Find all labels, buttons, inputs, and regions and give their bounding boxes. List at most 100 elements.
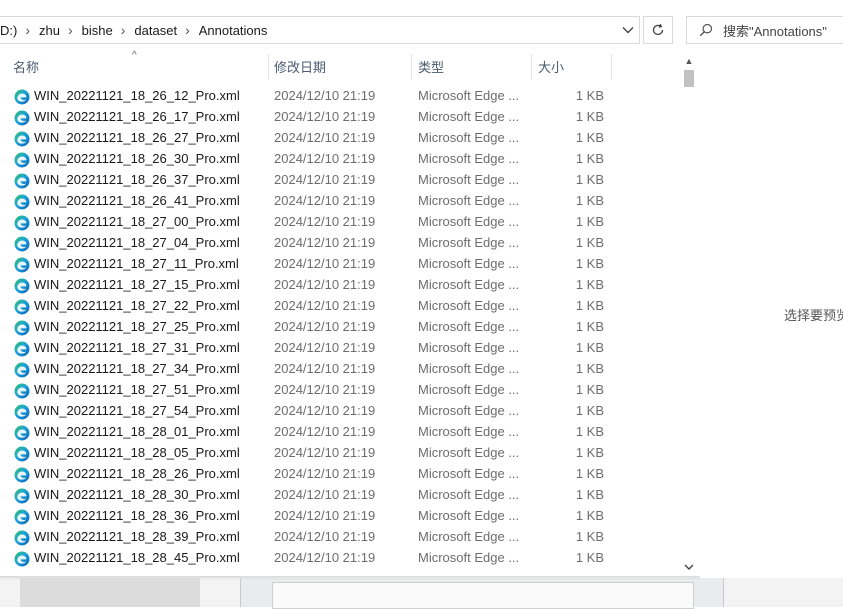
refresh-button[interactable] — [643, 16, 673, 44]
file-size: 1 KB — [575, 193, 604, 208]
file-type: Microsoft Edge ... — [418, 151, 520, 166]
file-row[interactable]: WIN_20221121_18_26_27_Pro.xml 2024/12/10 … — [0, 128, 680, 149]
file-row[interactable]: WIN_20221121_18_26_30_Pro.xml 2024/12/10 … — [0, 149, 680, 170]
file-row[interactable]: WIN_20221121_18_27_25_Pro.xml 2024/12/10 … — [0, 317, 680, 338]
file-date: 2024/12/10 21:19 — [274, 361, 376, 376]
column-divider[interactable] — [611, 54, 612, 80]
file-date: 2024/12/10 21:19 — [274, 151, 376, 166]
search-placeholder: 搜索"Annotations" — [723, 23, 827, 39]
file-row[interactable]: WIN_20221121_18_28_30_Pro.xml 2024/12/10 … — [0, 485, 680, 506]
scrollbar-thumb[interactable] — [684, 70, 694, 87]
column-type[interactable]: 类型 — [418, 52, 444, 80]
edge-icon — [14, 131, 30, 147]
file-date: 2024/12/10 21:19 — [274, 277, 376, 292]
file-type: Microsoft Edge ... — [418, 445, 520, 460]
chevron-down-icon[interactable] — [621, 23, 635, 37]
breadcrumb-drive[interactable]: D:) — [0, 23, 17, 38]
file-row[interactable]: WIN_20221121_18_27_34_Pro.xml 2024/12/10 … — [0, 359, 680, 380]
file-name: WIN_20221121_18_28_45_Pro.xml — [34, 550, 240, 565]
edge-icon — [14, 362, 30, 378]
scroll-down-icon[interactable] — [684, 562, 694, 572]
file-date: 2024/12/10 21:19 — [274, 340, 376, 355]
file-type: Microsoft Edge ... — [418, 529, 520, 544]
file-size: 1 KB — [575, 340, 604, 355]
file-type: Microsoft Edge ... — [418, 88, 520, 103]
file-size: 1 KB — [575, 466, 604, 481]
edge-icon — [14, 551, 30, 567]
file-row[interactable]: WIN_20221121_18_28_05_Pro.xml 2024/12/10 … — [0, 443, 680, 464]
scroll-up-icon[interactable]: ▲ — [684, 56, 694, 66]
chevron-right-icon[interactable]: › — [121, 23, 126, 37]
vertical-scrollbar[interactable]: ▲ — [681, 52, 697, 576]
file-name: WIN_20221121_18_27_00_Pro.xml — [34, 214, 240, 229]
file-size: 1 KB — [575, 214, 604, 229]
file-type: Microsoft Edge ... — [418, 319, 520, 334]
column-divider[interactable] — [411, 54, 412, 80]
file-row[interactable]: WIN_20221121_18_27_00_Pro.xml 2024/12/10 … — [0, 212, 680, 233]
file-name: WIN_20221121_18_26_12_Pro.xml — [34, 88, 240, 103]
chevron-right-icon[interactable]: › — [68, 23, 73, 37]
edge-icon — [14, 257, 30, 273]
file-row[interactable]: WIN_20221121_18_27_51_Pro.xml 2024/12/10 … — [0, 380, 680, 401]
search-input[interactable]: 搜索"Annotations" — [686, 16, 843, 44]
column-name[interactable]: 名称 — [13, 52, 39, 80]
file-row[interactable]: WIN_20221121_18_27_15_Pro.xml 2024/12/10 … — [0, 275, 680, 296]
breadcrumb-item-dataset[interactable]: dataset — [134, 23, 177, 38]
edge-icon — [14, 446, 30, 462]
file-name: WIN_20221121_18_28_26_Pro.xml — [34, 466, 240, 481]
edge-icon — [14, 299, 30, 315]
edge-icon — [14, 467, 30, 483]
edge-icon — [14, 236, 30, 252]
file-row[interactable]: WIN_20221121_18_28_26_Pro.xml 2024/12/10 … — [0, 464, 680, 485]
file-type: Microsoft Edge ... — [418, 340, 520, 355]
column-date[interactable]: 修改日期 — [274, 52, 326, 80]
column-divider[interactable] — [268, 54, 269, 80]
file-date: 2024/12/10 21:19 — [274, 298, 376, 313]
file-row[interactable]: WIN_20221121_18_27_31_Pro.xml 2024/12/10 … — [0, 338, 680, 359]
file-date: 2024/12/10 21:19 — [274, 403, 376, 418]
column-divider[interactable] — [531, 54, 532, 80]
edge-icon — [14, 383, 30, 399]
file-date: 2024/12/10 21:19 — [274, 529, 376, 544]
file-type: Microsoft Edge ... — [418, 172, 520, 187]
edge-icon — [14, 194, 30, 210]
chevron-right-icon[interactable]: › — [185, 23, 190, 37]
file-date: 2024/12/10 21:19 — [274, 445, 376, 460]
file-row[interactable]: WIN_20221121_18_28_45_Pro.xml 2024/12/10 … — [0, 548, 680, 569]
file-size: 1 KB — [575, 298, 604, 313]
chevron-right-icon[interactable]: › — [25, 23, 30, 37]
file-name: WIN_20221121_18_27_22_Pro.xml — [34, 298, 240, 313]
file-row[interactable]: WIN_20221121_18_26_37_Pro.xml 2024/12/10 … — [0, 170, 680, 191]
file-name: WIN_20221121_18_28_39_Pro.xml — [34, 529, 240, 544]
file-date: 2024/12/10 21:19 — [274, 424, 376, 439]
address-bar[interactable]: D:) › zhu › bishe › dataset › Annotation… — [0, 16, 640, 44]
file-name: WIN_20221121_18_27_11_Pro.xml — [34, 256, 239, 271]
file-name: WIN_20221121_18_26_37_Pro.xml — [34, 172, 240, 187]
file-name: WIN_20221121_18_27_15_Pro.xml — [34, 277, 240, 292]
file-row[interactable]: WIN_20221121_18_27_04_Pro.xml 2024/12/10 … — [0, 233, 680, 254]
file-date: 2024/12/10 21:19 — [274, 508, 376, 523]
file-type: Microsoft Edge ... — [418, 109, 520, 124]
file-row[interactable]: WIN_20221121_18_28_01_Pro.xml 2024/12/10 … — [0, 422, 680, 443]
file-row[interactable]: WIN_20221121_18_27_11_Pro.xml 2024/12/10 … — [0, 254, 680, 275]
file-row[interactable]: WIN_20221121_18_27_54_Pro.xml 2024/12/10 … — [0, 401, 680, 422]
file-date: 2024/12/10 21:19 — [274, 466, 376, 481]
file-row[interactable]: WIN_20221121_18_28_36_Pro.xml 2024/12/10 … — [0, 506, 680, 527]
file-size: 1 KB — [575, 424, 604, 439]
edge-icon — [14, 215, 30, 231]
file-row[interactable]: WIN_20221121_18_26_12_Pro.xml 2024/12/10 … — [0, 86, 680, 107]
file-row[interactable]: WIN_20221121_18_26_41_Pro.xml 2024/12/10 … — [0, 191, 680, 212]
file-size: 1 KB — [575, 550, 604, 565]
file-row[interactable]: WIN_20221121_18_26_17_Pro.xml 2024/12/10 … — [0, 107, 680, 128]
background-document — [272, 582, 694, 609]
file-row[interactable]: WIN_20221121_18_27_22_Pro.xml 2024/12/10 … — [0, 296, 680, 317]
column-size[interactable]: 大小 — [538, 52, 564, 80]
breadcrumb-item-bishe[interactable]: bishe — [82, 23, 113, 38]
file-date: 2024/12/10 21:19 — [274, 382, 376, 397]
breadcrumb-item-zhu[interactable]: zhu — [39, 23, 60, 38]
file-row[interactable]: WIN_20221121_18_28_39_Pro.xml 2024/12/10 … — [0, 527, 680, 548]
file-type: Microsoft Edge ... — [418, 487, 520, 502]
file-date: 2024/12/10 21:19 — [274, 130, 376, 145]
address-row: D:) › zhu › bishe › dataset › Annotation… — [0, 12, 843, 48]
breadcrumb-item-annotations[interactable]: Annotations — [199, 23, 268, 38]
